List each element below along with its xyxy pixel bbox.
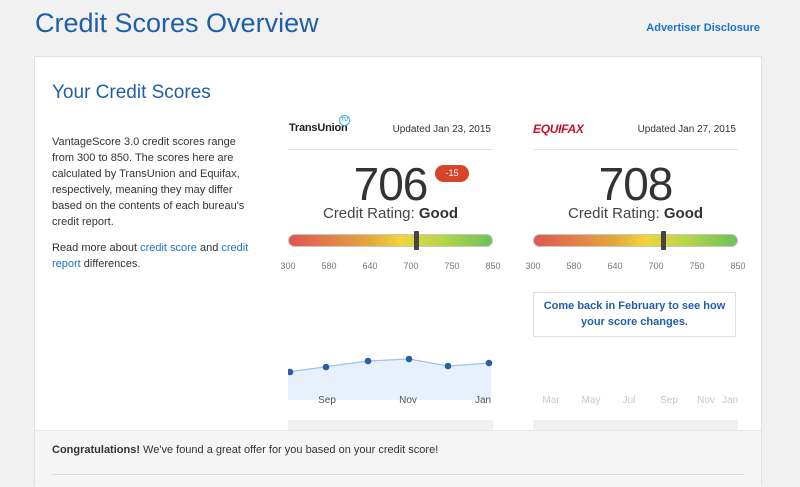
divider (52, 474, 744, 475)
equifax-gauge-ticks: 300 580 640 700 750 850 (525, 261, 746, 273)
card-title: Your Credit Scores (52, 82, 211, 103)
rating-value: Good (663, 205, 704, 222)
month-label: Sep (660, 395, 678, 406)
gauge-tick-label: 700 (403, 261, 419, 271)
transunion-panel: TransUnion TU Updated Jan 23, 2015 706 -… (280, 112, 501, 457)
rating-label: Credit Rating: (322, 205, 419, 222)
equifax-score: 708 (598, 158, 674, 210)
come-back-message: Come back in February to see how your sc… (533, 292, 736, 337)
score-change-badge: -15 (435, 165, 469, 182)
month-label: Jan (721, 395, 739, 406)
page-title: Credit Scores Overview (35, 8, 319, 38)
equifax-header: EQUIFAX Updated Jan 27, 2015 (533, 112, 738, 150)
gauge-tick-label: 640 (362, 261, 378, 271)
transunion-history-months: Sep Nov Jan (288, 395, 493, 407)
history-point[interactable] (485, 359, 493, 367)
history-point[interactable] (322, 363, 330, 371)
read-more-prefix: Read more about (52, 242, 141, 254)
month-label: Jan (474, 395, 492, 406)
equifax-logo: EQUIFAX (533, 122, 584, 136)
equifax-credit-rating: Credit Rating: Good (533, 205, 738, 222)
equifax-history-months: Mar May Jul Sep Nov Jan (533, 395, 738, 407)
transunion-gauge-ticks: 300 580 640 700 750 850 (280, 261, 501, 273)
offer-text: We've found a great offer for you based … (140, 444, 439, 456)
month-label: Nov (697, 395, 715, 406)
equifax-panel: EQUIFAX Updated Jan 27, 2015 708 Credit … (525, 112, 746, 457)
month-label: Jul (622, 395, 636, 406)
month-label: Nov (399, 395, 417, 406)
gauge-tick-label: 850 (730, 261, 746, 271)
equifax-updated-date: Updated Jan 27, 2015 (637, 124, 736, 135)
advertiser-disclosure-link[interactable]: Advertiser Disclosure (646, 22, 760, 34)
transunion-logo: TransUnion TU (289, 115, 350, 134)
transunion-score-history-chart (288, 355, 493, 400)
month-label: May (581, 395, 601, 406)
gauge-tick-label: 300 (525, 261, 541, 271)
offer-banner: Congratulations! We've found a great off… (35, 430, 761, 487)
gauge-tick-label: 580 (566, 261, 582, 271)
gauge-tick-label: 850 (485, 261, 501, 271)
gauge-tick-label: 640 (607, 261, 623, 271)
read-more-and: and (196, 242, 222, 254)
transunion-credit-rating: Credit Rating: Good (288, 205, 493, 222)
read-more-text: Read more about credit score and credit … (52, 240, 257, 272)
rating-value: Good (418, 205, 459, 222)
gauge-tick-label: 300 (280, 261, 296, 271)
month-label: Sep (318, 395, 336, 406)
gauge-tick-label: 750 (689, 261, 705, 271)
gauge-tick-label: 580 (321, 261, 337, 271)
transunion-logo-text: TransUnion (289, 122, 348, 134)
transunion-gauge-marker (413, 231, 419, 250)
transunion-logo-bubble: TU (339, 115, 350, 126)
transunion-header: TransUnion TU Updated Jan 23, 2015 (288, 112, 493, 150)
read-more-suffix: differences. (80, 258, 141, 270)
history-point[interactable] (444, 362, 452, 370)
offer-message: Congratulations! We've found a great off… (52, 444, 438, 456)
history-point[interactable] (364, 357, 372, 365)
credit-scores-card: Your Credit Scores VantageScore 3.0 cred… (34, 56, 762, 487)
equifax-gauge-marker (660, 231, 666, 250)
offer-bold: Congratulations! (52, 444, 140, 456)
transunion-updated-date: Updated Jan 23, 2015 (392, 124, 491, 135)
gauge-tick-label: 700 (648, 261, 664, 271)
gauge-tick-label: 750 (444, 261, 460, 271)
rating-label: Credit Rating: (567, 205, 664, 222)
credit-score-link[interactable]: credit score (140, 242, 197, 254)
history-point[interactable] (405, 355, 413, 363)
equifax-score-gauge (533, 234, 738, 247)
transunion-score-gauge (288, 234, 493, 247)
score-description: VantageScore 3.0 credit scores range fro… (52, 136, 245, 228)
month-label: Mar (542, 395, 560, 406)
